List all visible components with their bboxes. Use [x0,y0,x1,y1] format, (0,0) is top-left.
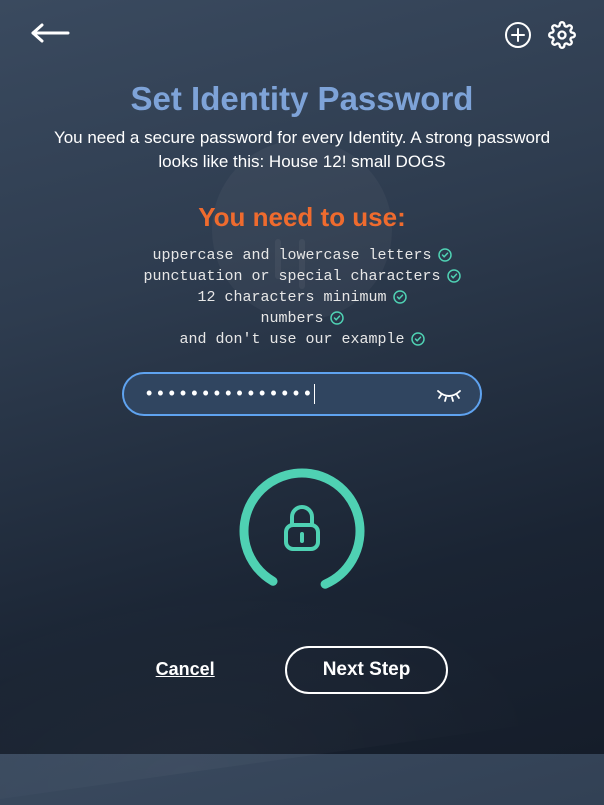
requirement-item: 12 characters minimum [40,289,564,306]
requirement-text: and don't use our example [179,331,404,348]
requirement-item: and don't use our example [40,331,564,348]
requirement-text: punctuation or special characters [143,268,440,285]
requirement-item: numbers [40,310,564,327]
requirement-text: 12 characters minimum [197,289,386,306]
password-input[interactable]: ••••••••••••••• [122,372,482,416]
eye-closed-icon [436,384,462,404]
requirements-heading: You need to use: [40,202,564,233]
requirement-item: punctuation or special characters [40,268,564,285]
plus-circle-icon [504,21,532,49]
next-step-button[interactable]: Next Step [285,646,449,694]
requirement-item: uppercase and lowercase letters [40,247,564,264]
settings-button[interactable] [548,21,576,49]
requirement-text: numbers [260,310,323,327]
gear-icon [548,21,576,49]
arrow-left-icon [28,22,72,44]
requirement-text: uppercase and lowercase letters [152,247,431,264]
content: Set Identity Password You need a secure … [0,70,604,694]
text-cursor [314,384,315,404]
add-button[interactable] [504,21,532,49]
requirements-list: uppercase and lowercase letters punctuat… [40,247,564,348]
progress-ring-icon [237,466,367,596]
check-circle-icon [438,248,452,262]
check-circle-icon [330,311,344,325]
password-strength-indicator [237,466,367,596]
check-circle-icon [447,269,461,283]
cancel-button[interactable]: Cancel [156,659,215,680]
page-subtitle: You need a secure password for every Ide… [40,126,564,174]
page-title: Set Identity Password [40,80,564,118]
password-masked-value: ••••••••••••••• [146,383,436,404]
check-circle-icon [411,332,425,346]
back-button[interactable] [28,22,72,49]
toggle-visibility-button[interactable] [436,384,462,404]
check-circle-icon [393,290,407,304]
footer-actions: Cancel Next Step [40,646,564,694]
header [0,0,604,70]
